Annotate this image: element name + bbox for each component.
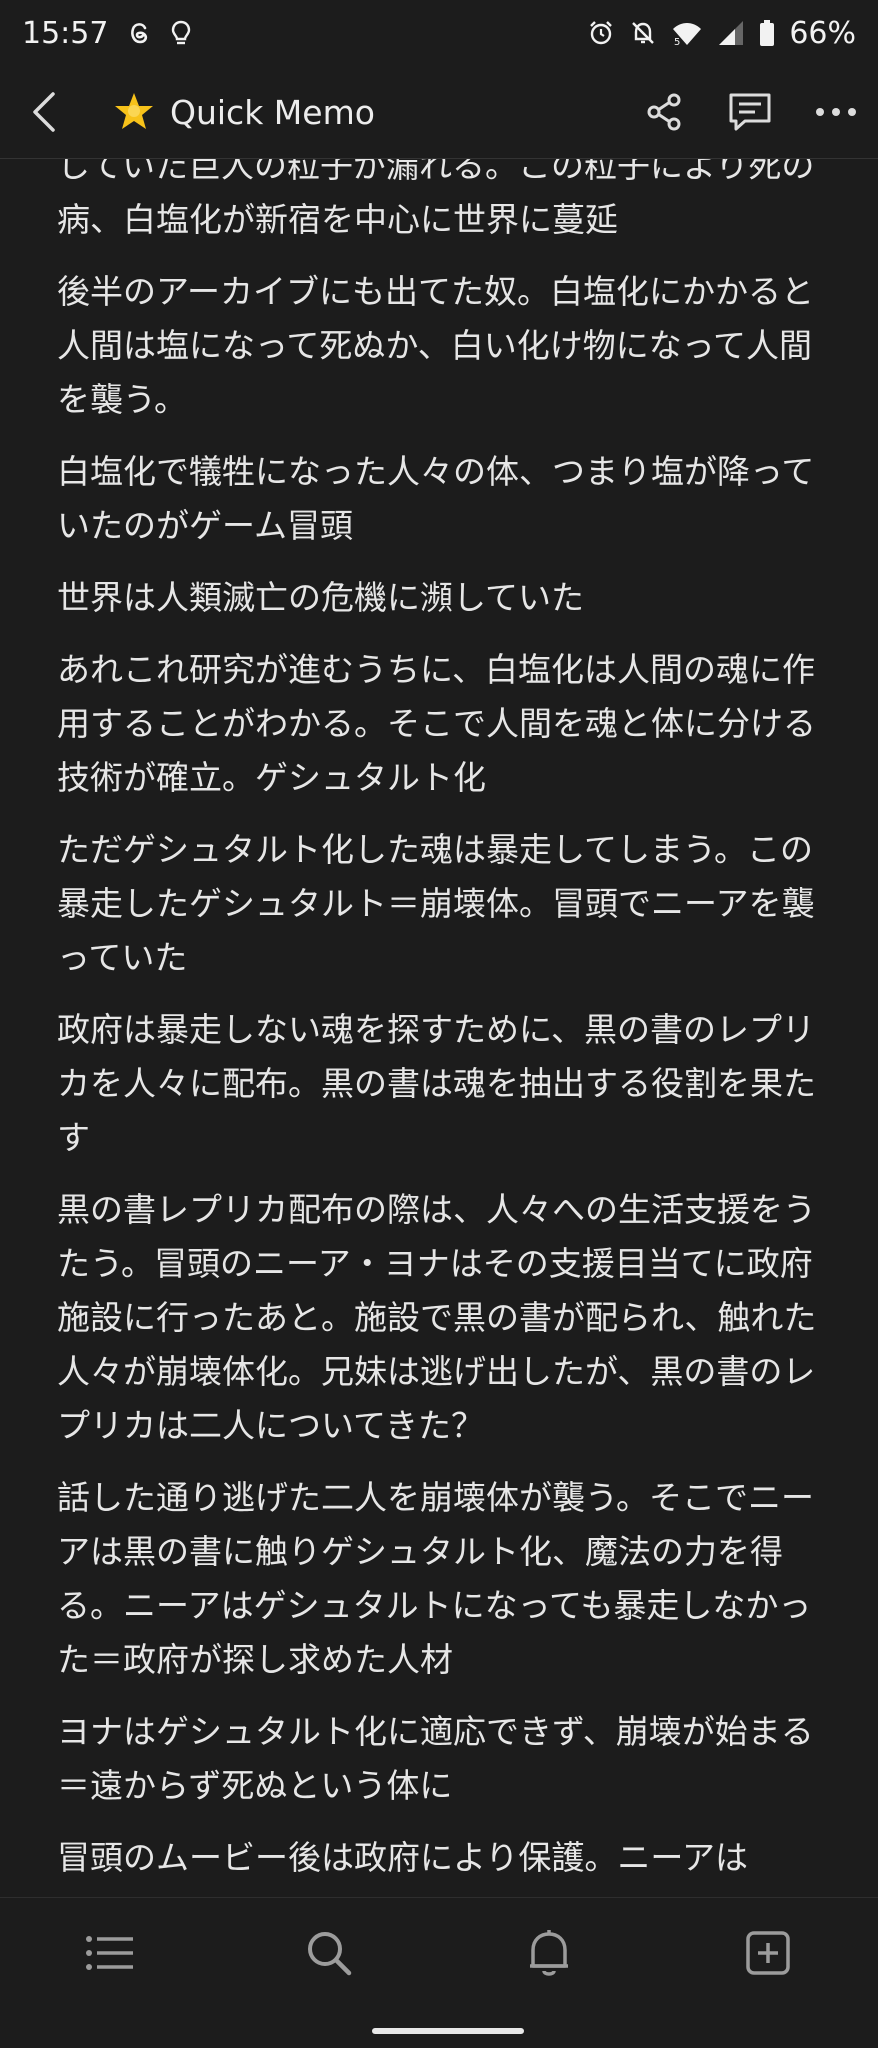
comment-icon	[729, 93, 771, 131]
share-icon	[647, 93, 681, 131]
alarm-icon	[587, 19, 615, 47]
status-time: 15:57	[22, 15, 109, 51]
wifi-icon: 5	[671, 19, 703, 47]
memo-paragraph: 黒の書レプリカ配布の際は、人々への生活支援をうたう。冒頭のニーア・ヨナはその支援…	[57, 1190, 817, 1445]
memo-paragraph: 話した通り逃げた二人を崩壊体が襲う。そこでニーアは黒の書に触りゲシュタルト化、魔…	[57, 1478, 815, 1679]
battery-level: 66%	[789, 15, 856, 51]
bell-off-icon	[629, 19, 657, 47]
lightbulb-icon	[170, 19, 192, 47]
app-bar: Quick Memo	[0, 66, 878, 158]
more-options-button[interactable]	[810, 86, 862, 138]
memo-paragraph: 冒頭のムービー後は政府により保護。ニーアは	[57, 1838, 749, 1877]
status-right: 5 66%	[587, 16, 856, 51]
svg-text:5: 5	[674, 37, 680, 47]
memo-paragraph: 政府は暴走しない魂を探すために、黒の書のレプリカを人々に配布。黒の書は魂を抽出す…	[57, 1010, 816, 1157]
list-icon	[85, 1935, 133, 1970]
memo-paragraph: 後半のアーカイブにも出てた奴。白塩化にかかると人間は塩になって死ぬか、白い化け物…	[57, 272, 815, 419]
add-square-icon	[746, 1930, 790, 1975]
page-title: Quick Memo	[170, 92, 375, 132]
signal-icon	[717, 19, 745, 47]
memo-paragraph: していた巨人の粒子が漏れる。この粒子により死の病、白塩化が新宿を中心に世界に蔓延	[57, 159, 815, 239]
back-button[interactable]	[20, 88, 68, 136]
memo-paragraph: あれこれ研究が進むうちに、白塩化は人間の魂に作用することがわかる。そこで人間を魂…	[57, 650, 816, 797]
star-icon	[112, 90, 156, 134]
status-bar: 15:57 5 66%	[0, 0, 878, 66]
search-button[interactable]	[297, 1921, 361, 1985]
bell-icon	[529, 1929, 568, 1976]
memo-text-area[interactable]: していた巨人の粒子が漏れる。この粒子により死の病、白塩化が新宿を中心に世界に蔓延…	[57, 159, 827, 1897]
memo-paragraph: ヨナはゲシュタルト化に適応できず、崩壊が始まる＝遠からず死ぬという体に	[57, 1712, 814, 1805]
notifications-button[interactable]	[517, 1921, 581, 1985]
search-icon	[308, 1931, 352, 1975]
comment-button[interactable]	[724, 86, 776, 138]
memo-paragraph: 白塩化で犠牲になった人々の体、つまり塩が降っていたのがゲーム冒頭	[57, 452, 815, 545]
status-left: 15:57	[22, 16, 192, 51]
back-arrow-icon	[33, 92, 55, 132]
battery-icon	[759, 19, 775, 47]
bottom-nav	[0, 1897, 878, 2007]
add-memo-button[interactable]	[736, 1921, 800, 1985]
app-bar-actions	[638, 86, 862, 138]
memo-content[interactable]: していた巨人の粒子が漏れる。この粒子により死の病、白塩化が新宿を中心に世界に蔓延…	[0, 159, 878, 1897]
threads-icon	[126, 19, 152, 47]
list-button[interactable]	[78, 1921, 142, 1985]
home-indicator[interactable]	[372, 2028, 524, 2034]
more-icon	[816, 108, 856, 116]
memo-paragraph: ただゲシュタルト化した魂は暴走してしまう。この暴走したゲシュタルト＝崩壊体。冒頭…	[57, 830, 815, 977]
share-button[interactable]	[638, 86, 690, 138]
memo-paragraph: 世界は人類滅亡の危機に瀕していた	[57, 578, 585, 617]
